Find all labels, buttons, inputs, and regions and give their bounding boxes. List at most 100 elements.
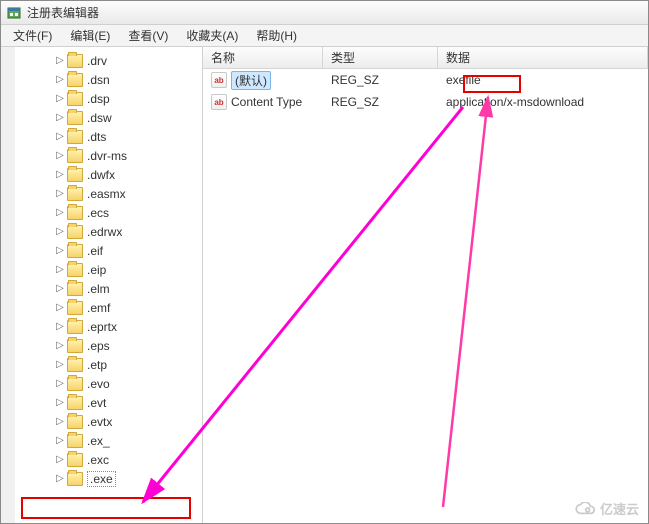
expander-icon[interactable]: ▷ [55, 265, 65, 275]
tree-node[interactable]: ▷.ecs [3, 203, 202, 222]
expander-icon[interactable]: ▷ [55, 341, 65, 351]
expander-icon[interactable]: ▷ [55, 455, 65, 465]
menu-bar: 文件(F) 编辑(E) 查看(V) 收藏夹(A) 帮助(H) [1, 25, 648, 47]
expander-icon[interactable]: ▷ [55, 246, 65, 256]
tree-pane[interactable]: ▷.drv▷.dsn▷.dsp▷.dsw▷.dts▷.dvr-ms▷.dwfx▷… [1, 47, 203, 523]
tree-node[interactable]: ▷.dsp [3, 89, 202, 108]
tree-node-label: .evo [87, 377, 110, 391]
tree-node[interactable]: ▷ .dsn [3, 70, 202, 89]
folder-icon [67, 187, 83, 201]
tree-node[interactable]: ▷ .eprtx [3, 317, 202, 336]
expander-icon[interactable]: ▷ [55, 322, 65, 332]
folder-icon [67, 472, 83, 486]
tree-node-label: .edrwx [87, 225, 122, 239]
tree-node[interactable]: ▷ .exe [3, 469, 202, 488]
content-area: ▷.drv▷.dsn▷.dsp▷.dsw▷.dts▷.dvr-ms▷.dwfx▷… [1, 47, 648, 523]
expander-icon[interactable]: ▷ [55, 360, 65, 370]
column-header-type[interactable]: 类型 [323, 47, 438, 68]
menu-favorites[interactable]: 收藏夹(A) [178, 25, 246, 46]
tree-node[interactable]: ▷.emf [3, 298, 202, 317]
value-name: (默认) [231, 71, 271, 90]
tree-node[interactable]: ▷ .edrwx [3, 222, 202, 241]
tree-node[interactable]: ▷ .evo [3, 374, 202, 393]
tree-node[interactable]: ▷ .eps [3, 336, 202, 355]
list-row[interactable]: ab(默认)REG_SZexefile [203, 69, 648, 91]
annotation-highlight-exe [21, 497, 191, 519]
tree-node-label: .drv [87, 54, 107, 68]
tree-node-label: .evt [87, 396, 106, 410]
tree-node-label: .dvr-ms [87, 149, 127, 163]
column-header-data[interactable]: 数据 [438, 47, 648, 68]
tree: ▷.drv▷.dsn▷.dsp▷.dsw▷.dts▷.dvr-ms▷.dwfx▷… [1, 47, 202, 492]
cell-data: exefile [438, 73, 648, 87]
list-row[interactable]: abContent TypeREG_SZapplication/x-msdown… [203, 91, 648, 113]
tree-node-label: .exe [87, 471, 116, 487]
expander-icon[interactable]: ▷ [55, 436, 65, 446]
window-title: 注册表编辑器 [27, 4, 99, 21]
tree-node-label: .evtx [87, 415, 112, 429]
tree-node[interactable]: ▷.easmx [3, 184, 202, 203]
tree-node[interactable]: ▷.dsw [3, 108, 202, 127]
tree-node[interactable]: ▷.eif [3, 241, 202, 260]
tree-node[interactable]: ▷.etp [3, 355, 202, 374]
watermark: 亿速云 [574, 499, 639, 518]
list-pane[interactable]: 名称 类型 数据 ab(默认)REG_SZexefileabContent Ty… [203, 47, 648, 523]
folder-icon [67, 320, 83, 334]
menu-view[interactable]: 查看(V) [120, 25, 176, 46]
folder-icon [67, 54, 83, 68]
expander-icon[interactable]: ▷ [55, 379, 65, 389]
folder-icon [67, 282, 83, 296]
value-name: Content Type [231, 95, 302, 109]
menu-help[interactable]: 帮助(H) [248, 25, 305, 46]
tree-node-label: .elm [87, 282, 110, 296]
folder-icon [67, 92, 83, 106]
tree-node[interactable]: ▷ .exc [3, 450, 202, 469]
folder-icon [67, 111, 83, 125]
expander-icon[interactable]: ▷ [55, 208, 65, 218]
folder-icon [67, 206, 83, 220]
expander-icon[interactable]: ▷ [55, 474, 65, 484]
tree-node-label: .dsn [87, 73, 110, 87]
tree-node[interactable]: ▷ .drv [3, 51, 202, 70]
expander-icon[interactable]: ▷ [55, 75, 65, 85]
cell-name: abContent Type [203, 94, 323, 110]
tree-node[interactable]: ▷ .evtx [3, 412, 202, 431]
folder-icon [67, 377, 83, 391]
tree-node[interactable]: ▷ .dvr-ms [3, 146, 202, 165]
expander-icon[interactable]: ▷ [55, 151, 65, 161]
folder-icon [67, 130, 83, 144]
expander-icon[interactable]: ▷ [55, 303, 65, 313]
expander-icon[interactable]: ▷ [55, 170, 65, 180]
tree-node[interactable]: ▷.ex_ [3, 431, 202, 450]
expander-icon[interactable]: ▷ [55, 398, 65, 408]
folder-icon [67, 339, 83, 353]
expander-icon[interactable]: ▷ [55, 227, 65, 237]
expander-icon[interactable]: ▷ [55, 132, 65, 142]
folder-icon [67, 301, 83, 315]
expander-icon[interactable]: ▷ [55, 94, 65, 104]
tree-node[interactable]: ▷.dts [3, 127, 202, 146]
watermark-text: 亿速云 [600, 499, 639, 518]
menu-file[interactable]: 文件(F) [5, 25, 60, 46]
menu-edit[interactable]: 编辑(E) [62, 25, 118, 46]
expander-icon[interactable]: ▷ [55, 113, 65, 123]
tree-node-label: .eps [87, 339, 110, 353]
tree-node-label: .eprtx [87, 320, 117, 334]
tree-node[interactable]: ▷ .elm [3, 279, 202, 298]
expander-icon[interactable]: ▷ [55, 417, 65, 427]
list-body: ab(默认)REG_SZexefileabContent TypeREG_SZa… [203, 69, 648, 523]
folder-icon [67, 244, 83, 258]
folder-icon [67, 225, 83, 239]
expander-icon[interactable]: ▷ [55, 284, 65, 294]
tree-node[interactable]: ▷ .eip [3, 260, 202, 279]
title-bar[interactable]: 注册表编辑器 [1, 1, 648, 25]
folder-icon [67, 434, 83, 448]
tree-node-label: .exc [87, 453, 109, 467]
tree-node-label: .eip [87, 263, 106, 277]
tree-node[interactable]: ▷.dwfx [3, 165, 202, 184]
expander-icon[interactable]: ▷ [55, 56, 65, 66]
tree-node[interactable]: ▷ .evt [3, 393, 202, 412]
folder-icon [67, 168, 83, 182]
column-header-name[interactable]: 名称 [203, 47, 323, 68]
expander-icon[interactable]: ▷ [55, 189, 65, 199]
